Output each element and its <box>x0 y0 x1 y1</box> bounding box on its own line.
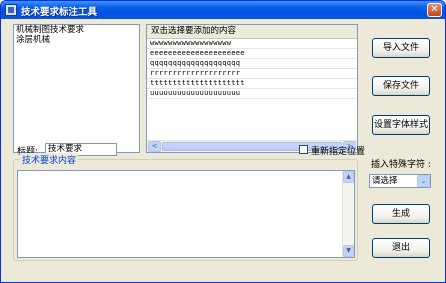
grid-row[interactable]: ttttttttttttttttttttt <box>147 79 357 89</box>
content-group: 技术要求内容 ▲ ▼ <box>13 153 358 261</box>
special-char-selected: 请选择 <box>372 176 398 186</box>
content-vertical-scrollbar[interactable]: ▲ ▼ <box>342 171 354 257</box>
list-item[interactable]: 涂层机械 <box>14 35 139 45</box>
content-group-legend: 技术要求内容 <box>20 153 79 166</box>
chevron-down-icon[interactable]: ⌄ <box>417 175 430 187</box>
content-textarea[interactable]: ▲ ▼ <box>17 170 355 258</box>
grid-row[interactable]: wwwwwwwwwwwwwwwwww <box>147 39 357 49</box>
window-client-area: 机械制图技术要求 涂层机械 双击选择要添加的内容 wwwwwwwwwwwwwww… <box>4 20 442 280</box>
list-item[interactable]: 机械制图技术要求 <box>14 25 139 35</box>
generate-button[interactable]: 生成 <box>372 204 430 224</box>
grid-row[interactable]: qqqqqqqqqqqqqqqqqqqq <box>147 59 357 69</box>
import-file-button[interactable]: 导入文件 <box>372 38 430 58</box>
grid-row[interactable]: rrrrrrrrrrrrrrrrrrrr <box>147 69 357 79</box>
scroll-left-icon[interactable]: < <box>148 141 161 152</box>
category-list[interactable]: 机械制图技术要求 涂层机械 <box>13 24 140 153</box>
app-window: 技术要求标注工具 ✕ 机械制图技术要求 涂层机械 双击选择要添加的内容 wwww… <box>0 0 446 283</box>
exit-button[interactable]: 退出 <box>372 238 430 258</box>
special-char-select[interactable]: 请选择 ⌄ <box>369 174 431 188</box>
grid-row[interactable]: eeeeeeeeeeeeeeeeeeeee <box>147 49 357 59</box>
grid-row[interactable]: uuuuuuuuuuuuuuuuuuuu <box>147 89 357 99</box>
scroll-down-icon[interactable]: ▼ <box>343 245 354 257</box>
close-button[interactable]: ✕ <box>427 3 442 17</box>
special-char-label: 插入特殊字符 : <box>371 160 431 170</box>
app-icon <box>5 4 17 16</box>
grid-column-header[interactable]: 双击选择要添加的内容 <box>147 25 357 39</box>
window-title: 技术要求标注工具 <box>21 7 98 18</box>
reposition-label[interactable]: 重新指定位置 <box>311 144 365 157</box>
font-style-button[interactable]: 设置字体样式 <box>372 115 430 135</box>
scroll-up-icon[interactable]: ▲ <box>343 171 354 183</box>
reposition-checkbox[interactable] <box>299 145 308 154</box>
title-bar[interactable]: 技术要求标注工具 ✕ <box>1 1 445 19</box>
content-grid[interactable]: 双击选择要添加的内容 wwwwwwwwwwwwwwwwww eeeeeeeeee… <box>146 24 358 153</box>
save-file-button[interactable]: 保存文件 <box>372 76 430 96</box>
